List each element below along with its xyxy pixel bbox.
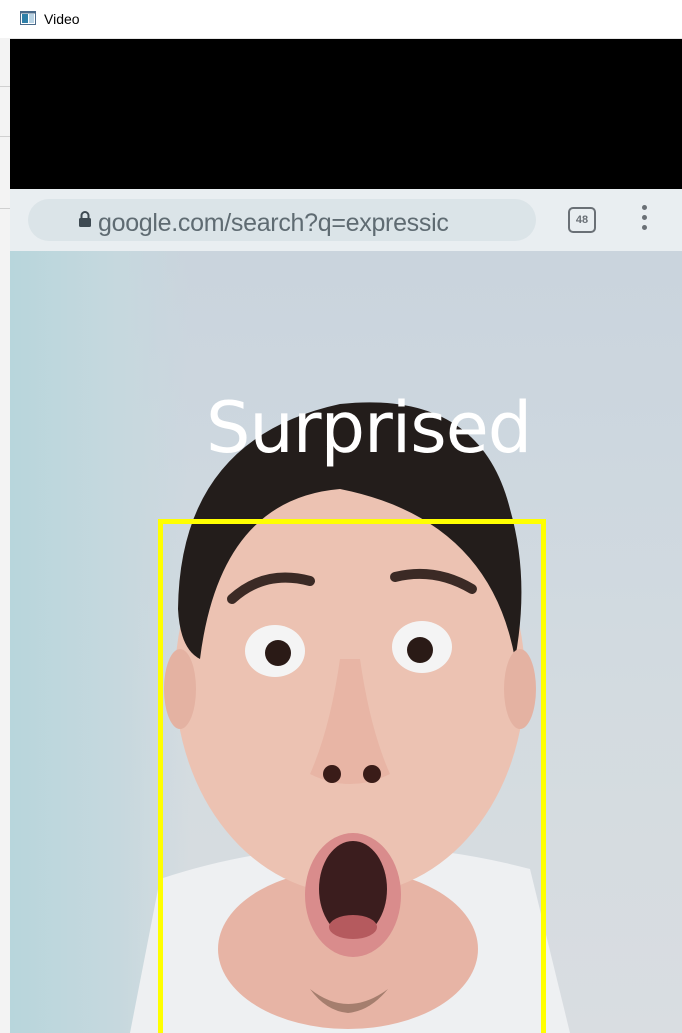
divider xyxy=(0,86,10,87)
desktop-background-strip xyxy=(0,38,10,1033)
url-text: google.com/search?q=expressic xyxy=(98,209,449,237)
emotion-label: Surprised xyxy=(206,387,532,469)
more-vert-icon xyxy=(640,205,648,237)
window-app-icon xyxy=(20,11,36,25)
url-pill: google.com/search?q=expressic xyxy=(28,199,536,241)
tabs-count-icon: 48 xyxy=(568,207,596,233)
title-bar[interactable]: Video xyxy=(10,0,682,39)
face-detection-box xyxy=(158,519,546,1033)
phone-browser-url-bar: google.com/search?q=expressic 48 xyxy=(10,189,682,251)
window-title: Video xyxy=(44,11,80,27)
video-canvas: google.com/search?q=expressic 48 Surpris… xyxy=(10,39,682,1033)
divider xyxy=(0,136,10,137)
video-window: Video google.com/search?q=expressic 48 S… xyxy=(10,0,682,1033)
video-frame: google.com/search?q=expressic 48 Surpris… xyxy=(10,189,682,1033)
divider xyxy=(0,208,10,209)
lock-icon xyxy=(79,211,91,227)
